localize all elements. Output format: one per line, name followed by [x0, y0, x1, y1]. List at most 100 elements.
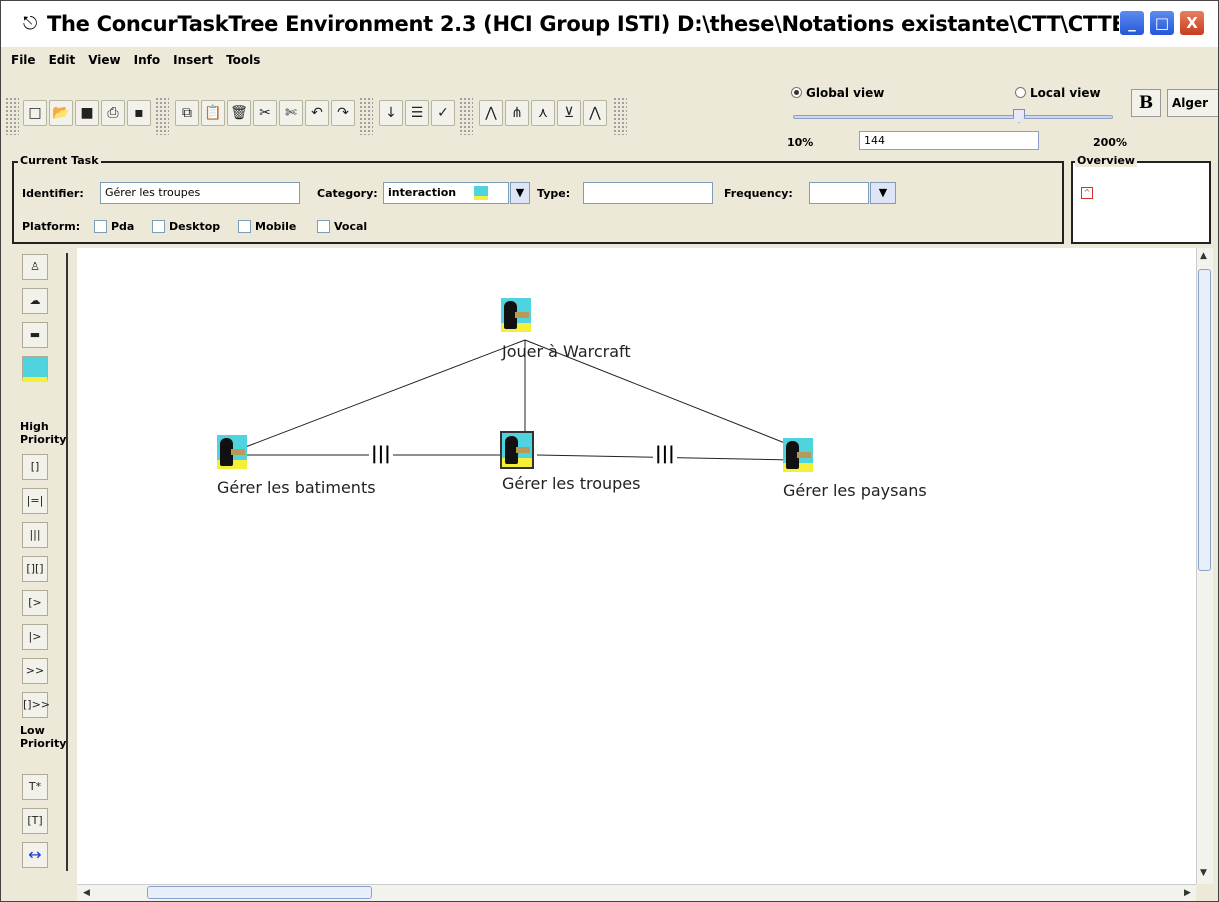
- redo-icon[interactable]: ↷: [331, 100, 355, 126]
- identifier-label: Identifier:: [22, 187, 84, 200]
- menu-bar: File Edit View Info Insert Tools: [1, 47, 1218, 73]
- title-bar[interactable]: ⎋ The ConcurTaskTree Environment 2.3 (HC…: [1, 1, 1218, 47]
- app-icon: ⎋: [23, 13, 38, 34]
- connection-operator-button[interactable]: ↔: [22, 842, 48, 868]
- cut-icon[interactable]: ✂: [253, 100, 277, 126]
- task-node-batiments[interactable]: [217, 435, 247, 469]
- horizontal-scroll-thumb[interactable]: [147, 886, 372, 899]
- scroll-left-icon[interactable]: ◀: [83, 888, 90, 898]
- print-icon[interactable]: ⎙: [101, 100, 125, 126]
- overview-panel[interactable]: Overview ^: [1071, 154, 1211, 244]
- scroll-down-icon[interactable]: ▼: [1200, 868, 1207, 878]
- font-selector[interactable]: Alger: [1167, 89, 1218, 117]
- spellcheck-icon[interactable]: ✓: [431, 100, 455, 126]
- local-view-radio[interactable]: Local view: [1015, 86, 1101, 100]
- vertical-scroll-thumb[interactable]: [1198, 269, 1211, 571]
- desk-icon: [515, 312, 529, 318]
- category-label: Category:: [317, 187, 378, 200]
- undo-icon[interactable]: ↶: [305, 100, 329, 126]
- properties-icon[interactable]: ☰: [405, 100, 429, 126]
- toolbar-grip[interactable]: [613, 97, 627, 135]
- order-independence-operator-button[interactable]: |=|: [22, 488, 48, 514]
- task-node-root[interactable]: [501, 298, 531, 332]
- optional-operator-button[interactable]: [T]: [22, 808, 48, 834]
- maximize-button[interactable]: □: [1149, 10, 1175, 36]
- save-icon[interactable]: ■: [75, 100, 99, 126]
- menu-edit[interactable]: Edit: [49, 53, 76, 67]
- category-field[interactable]: interaction: [383, 182, 509, 204]
- application-window: ⎋ The ConcurTaskTree Environment 2.3 (HC…: [0, 0, 1219, 902]
- vocal-checkbox[interactable]: [317, 220, 330, 233]
- minimize-button[interactable]: _: [1119, 10, 1145, 36]
- operator-interleaving-1[interactable]: |||: [369, 443, 393, 464]
- pda-checkbox[interactable]: [94, 220, 107, 233]
- user-task-icon[interactable]: ♙: [22, 254, 48, 280]
- pda-label: Pda: [111, 220, 135, 233]
- copy-icon[interactable]: ⧉: [175, 100, 199, 126]
- paste-icon[interactable]: 📋: [201, 100, 225, 126]
- mobile-label: Mobile: [255, 220, 297, 233]
- new-icon[interactable]: □: [23, 100, 47, 126]
- toolbar-grip[interactable]: [155, 97, 169, 135]
- zoom-panel: Global view Local view 10% 144 200%: [783, 73, 1128, 153]
- menu-info[interactable]: Info: [134, 53, 160, 67]
- zoom-value-field[interactable]: 144: [859, 131, 1039, 150]
- save-as-icon[interactable]: ▪: [127, 100, 151, 126]
- zoom-min-label: 10%: [787, 136, 814, 149]
- operator-interleaving-2[interactable]: |||: [653, 443, 677, 464]
- iteration-operator-button[interactable]: T*: [22, 774, 48, 800]
- mobile-checkbox[interactable]: [238, 220, 251, 233]
- enabling-operator-button[interactable]: >>: [22, 658, 48, 684]
- zoom-slider[interactable]: [793, 115, 1113, 119]
- frequency-field[interactable]: [809, 182, 869, 204]
- scroll-up-icon[interactable]: ▲: [1200, 251, 1207, 261]
- desk-icon: [516, 447, 530, 453]
- overview-legend: Overview: [1075, 154, 1137, 167]
- close-button[interactable]: X: [1179, 10, 1205, 36]
- bold-button[interactable]: B: [1131, 89, 1161, 117]
- menu-insert[interactable]: Insert: [173, 53, 213, 67]
- desktop-checkbox[interactable]: [152, 220, 165, 233]
- platform-label: Platform:: [22, 220, 81, 233]
- menu-file[interactable]: File: [11, 53, 36, 67]
- toolbar-grip[interactable]: [459, 97, 473, 135]
- task-node-troupes[interactable]: [500, 431, 534, 469]
- enabling-info-operator-button[interactable]: []>>: [22, 692, 50, 718]
- type-label: Type:: [537, 187, 571, 200]
- tree-edges: [234, 339, 806, 461]
- application-task-icon[interactable]: ▬: [22, 322, 48, 348]
- abstract-task-icon[interactable]: ☁: [22, 288, 48, 314]
- radio-unselected-icon: [1015, 87, 1026, 98]
- zoom-slider-thumb[interactable]: [1013, 109, 1025, 123]
- toolbar-grip[interactable]: [359, 97, 373, 135]
- global-view-radio[interactable]: Global view: [791, 86, 884, 100]
- open-icon[interactable]: 📂: [49, 100, 73, 126]
- tree-icon[interactable]: ⋀: [479, 100, 503, 126]
- chevron-down-icon[interactable]: ▼: [870, 182, 896, 204]
- disabling-operator-button[interactable]: [>: [22, 590, 48, 616]
- tree-remove-icon[interactable]: ⋏: [531, 100, 555, 126]
- delete-icon[interactable]: 🗑: [227, 100, 251, 126]
- type-field[interactable]: [583, 182, 713, 204]
- synchronization-operator-button[interactable]: [][]: [22, 556, 48, 582]
- task-tree-canvas[interactable]: Jouer à Warcraft Gérer les batiments Gér…: [77, 248, 1196, 884]
- scroll-right-icon[interactable]: ▶: [1184, 888, 1191, 898]
- toolbar-grip[interactable]: [5, 97, 19, 135]
- menu-view[interactable]: View: [88, 53, 120, 67]
- task-label-root: Jouer à Warcraft: [502, 342, 631, 361]
- interleaving-operator-button[interactable]: |||: [22, 522, 48, 548]
- cut-subtree-icon[interactable]: ✄: [279, 100, 303, 126]
- menu-tools[interactable]: Tools: [226, 53, 260, 67]
- low-priority-label: Low Priority: [20, 724, 67, 750]
- tree-align-icon[interactable]: ⊻: [557, 100, 581, 126]
- task-node-paysans[interactable]: [783, 438, 813, 472]
- identifier-field[interactable]: Gérer les troupes: [100, 182, 300, 204]
- tree-layout-icon[interactable]: ⋀: [583, 100, 607, 126]
- chevron-down-icon[interactable]: ▼: [510, 182, 530, 204]
- interaction-task-icon: [474, 186, 488, 200]
- interaction-task-icon[interactable]: [22, 356, 48, 382]
- suspend-resume-operator-button[interactable]: |>: [22, 624, 48, 650]
- choice-operator-button[interactable]: []: [22, 454, 48, 480]
- arrow-down-icon[interactable]: ↓: [379, 100, 403, 126]
- tree-add-icon[interactable]: ⋔: [505, 100, 529, 126]
